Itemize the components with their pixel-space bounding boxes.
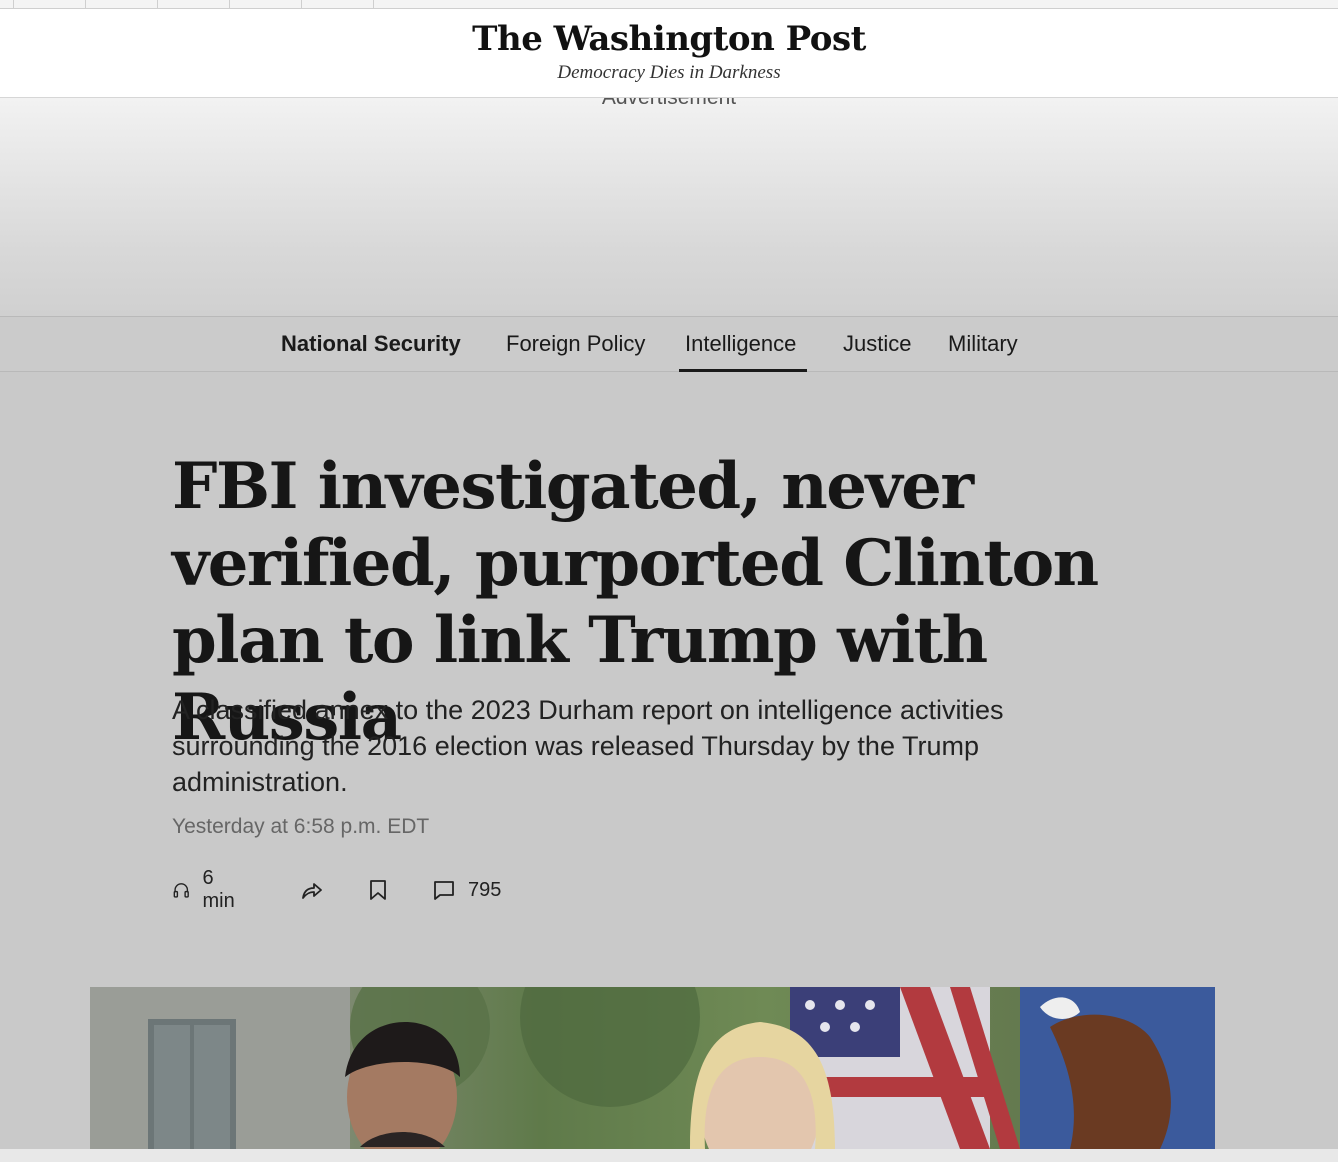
comment-icon [434, 881, 454, 900]
save-button[interactable] [366, 876, 390, 904]
comment-count: 795 [468, 878, 502, 901]
tab-divider [302, 0, 374, 8]
headphones-icon [173, 883, 189, 898]
tab-divider [158, 0, 230, 8]
viewport-bottom-edge [0, 1149, 1338, 1162]
active-nav-indicator [679, 369, 807, 372]
nav-item-national-security[interactable]: National Security [281, 331, 461, 357]
listen-button[interactable]: 6 min [172, 867, 240, 912]
share-button[interactable] [300, 876, 324, 904]
lead-photo [90, 987, 1215, 1149]
listen-duration: 6 min [202, 867, 235, 912]
nav-item-military[interactable]: Military [948, 331, 1018, 357]
masthead: The Washington Post Democracy Dies in Da… [0, 9, 1338, 98]
tab-divider [14, 0, 86, 8]
site-logo[interactable]: The Washington Post [0, 19, 1338, 59]
nav-item-intelligence[interactable]: Intelligence [685, 331, 796, 357]
tab-divider [0, 0, 14, 8]
bookmark-icon [370, 880, 386, 900]
nav-item-justice[interactable]: Justice [843, 331, 911, 357]
article-timestamp: Yesterday at 6:58 p.m. EDT [172, 815, 430, 838]
browser-tab-strip [0, 0, 1338, 9]
article-dek: A classified annex to the 2023 Durham re… [172, 695, 1004, 797]
tab-divider [230, 0, 302, 8]
lead-photo-image [90, 987, 1215, 1149]
site-tagline: Democracy Dies in Darkness [557, 62, 781, 83]
share-icon [302, 883, 322, 899]
advertisement-slot: Advertisement [0, 86, 1338, 316]
comments-button[interactable]: 795 [432, 876, 501, 904]
section-nav: National Security Foreign Policy Intelli… [0, 316, 1338, 372]
nav-item-foreign-policy[interactable]: Foreign Policy [506, 331, 645, 357]
tab-divider [86, 0, 158, 8]
